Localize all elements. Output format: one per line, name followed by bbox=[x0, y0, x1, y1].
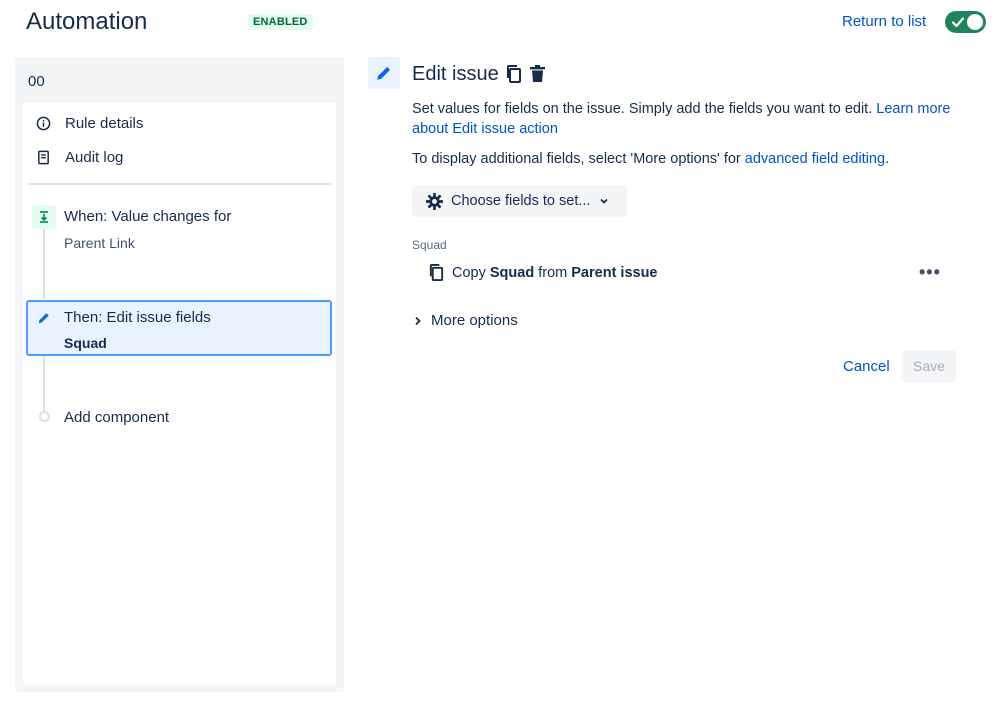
action-title: Then: Edit issue fields bbox=[64, 309, 211, 326]
advanced-editing-hint: To display additional fields, select 'Mo… bbox=[412, 151, 890, 167]
advanced-field-editing-link[interactable]: advanced field editing bbox=[745, 151, 885, 167]
more-actions-icon[interactable]: ••• bbox=[919, 262, 941, 283]
return-to-list-link[interactable]: Return to list bbox=[842, 13, 926, 30]
pencil-icon bbox=[38, 313, 49, 324]
sidebar-item-label: Rule details bbox=[65, 115, 144, 132]
add-component-link[interactable]: Add component bbox=[64, 409, 169, 426]
copy-icon[interactable] bbox=[505, 64, 523, 84]
chevron-right-icon bbox=[415, 316, 421, 325]
toggle-knob bbox=[967, 14, 983, 30]
copy-icon bbox=[429, 264, 444, 281]
choose-fields-button[interactable]: Choose fields to set... bbox=[412, 185, 627, 217]
trigger-title[interactable]: When: Value changes for bbox=[64, 208, 231, 225]
component-description: Set values for fields on the issue. Simp… bbox=[412, 101, 951, 137]
timeline-connector bbox=[43, 356, 45, 411]
field-label: Squad bbox=[412, 238, 447, 252]
trigger-icon bbox=[32, 205, 56, 229]
trigger-subtitle: Parent Link bbox=[64, 235, 135, 251]
rule-enabled-toggle[interactable] bbox=[945, 11, 986, 33]
trash-icon[interactable] bbox=[529, 64, 546, 83]
sidebar-item-rule-details[interactable]: Rule details bbox=[36, 115, 143, 132]
more-options-toggle[interactable]: More options bbox=[414, 312, 518, 329]
add-component-dot bbox=[39, 411, 50, 422]
check-icon bbox=[951, 17, 965, 28]
sidebar-item-label: Audit log bbox=[65, 149, 124, 166]
sidebar-item-audit-log[interactable]: Audit log bbox=[36, 149, 123, 166]
timeline-connector bbox=[43, 229, 45, 299]
audit-log-icon bbox=[38, 150, 49, 165]
edit-issue-icon bbox=[368, 57, 400, 89]
status-badge: ENABLED bbox=[248, 14, 313, 30]
gear-icon bbox=[425, 192, 444, 210]
info-icon bbox=[36, 116, 51, 131]
cancel-button[interactable]: Cancel bbox=[843, 358, 890, 375]
save-button[interactable]: Save bbox=[902, 350, 956, 382]
rule-components-panel: Rule details Audit log When: Value chang… bbox=[23, 103, 336, 685]
chevron-down-icon bbox=[600, 198, 609, 204]
divider bbox=[28, 183, 331, 185]
component-title: Edit issue bbox=[412, 63, 499, 85]
field-value-row[interactable]: Copy Squad from Parent issue bbox=[428, 263, 658, 282]
rule-sidebar: 00 Rule details Audit log When: Value ch… bbox=[15, 57, 344, 692]
rule-name: 00 bbox=[28, 73, 45, 90]
action-subtitle: Squad bbox=[64, 335, 107, 351]
action-component-selected[interactable]: Then: Edit issue fields Squad bbox=[26, 300, 332, 356]
page-title: Automation bbox=[26, 8, 148, 35]
choose-fields-label: Choose fields to set... bbox=[451, 193, 591, 209]
